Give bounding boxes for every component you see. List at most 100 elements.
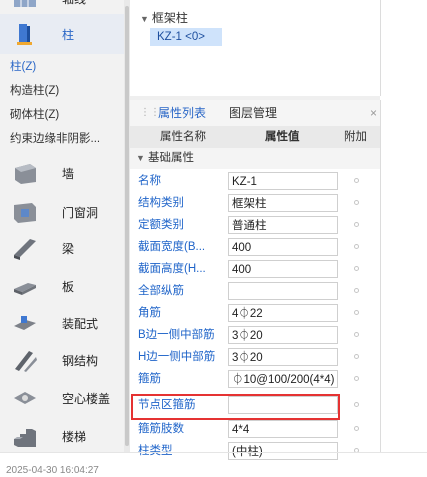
property-name: B边一侧中部筋: [138, 329, 215, 341]
nav-item-opening[interactable]: 门窗洞: [0, 192, 124, 232]
nav-sub-item[interactable]: 柱(Z): [0, 56, 124, 78]
scrollbar-thumb[interactable]: [125, 6, 129, 446]
nav-item-label: 门窗洞: [62, 205, 99, 220]
table-row: 结构类别 框架柱: [130, 192, 380, 214]
component-tree: ▼ 框架柱 KZ-1 <0>: [130, 0, 381, 96]
nav-item-label: 装配式: [62, 316, 99, 331]
tree-node-label: 框架柱: [151, 11, 188, 25]
table-row: 柱类型 (中柱): [130, 440, 380, 462]
header-property-name: 属性名称: [160, 131, 206, 143]
nav-item-label: 楼梯: [62, 429, 87, 444]
property-value-input[interactable]: [228, 282, 338, 300]
property-value-input[interactable]: 框架柱: [228, 194, 338, 212]
wall-icon: [12, 160, 38, 186]
table-row: 箍筋肢数 4*4: [130, 418, 380, 440]
nav-item-hollow-slab[interactable]: 空心楼盖: [0, 378, 124, 418]
collapse-caret-icon[interactable]: ▼: [136, 148, 145, 169]
table-row: 定额类别 普通柱: [130, 214, 380, 236]
column-icon: [12, 21, 38, 47]
property-group-basic[interactable]: ▼ 基础属性: [130, 148, 380, 169]
property-value-input[interactable]: 3⏀20: [228, 348, 338, 366]
stairs-icon: [12, 423, 38, 449]
slab-icon: [12, 273, 38, 299]
property-name: 定额类别: [138, 219, 184, 231]
tab-layer-management[interactable]: 图层管理: [229, 100, 277, 126]
table-row: 截面宽度(B... 400: [130, 236, 380, 258]
nav-item-stairs[interactable]: 楼梯: [0, 416, 124, 456]
property-name: 全部纵筋: [138, 285, 184, 297]
extra-checkbox[interactable]: [354, 266, 359, 271]
property-name: 名称: [138, 175, 161, 187]
nav-item-label: 钢结构: [62, 353, 99, 368]
extra-checkbox[interactable]: [354, 332, 359, 337]
nav-item-label: 轴线: [62, 0, 86, 7]
group-label: 基础属性: [148, 152, 194, 164]
nav-item-slab[interactable]: 板: [0, 266, 124, 306]
nav-item-wall[interactable]: 墙: [0, 153, 124, 193]
extra-checkbox[interactable]: [354, 178, 359, 183]
table-row: B边一侧中部筋 3⏀20: [130, 324, 380, 346]
extra-checkbox[interactable]: [354, 200, 359, 205]
nav-sub-item[interactable]: 约束边缘非阴影...: [0, 128, 124, 150]
extra-checkbox[interactable]: [354, 402, 359, 407]
property-value-input[interactable]: (中柱): [228, 442, 338, 460]
property-name: 节点区箍筋: [138, 399, 196, 411]
steel-structure-icon: [12, 347, 38, 373]
tree-node-kz1[interactable]: KZ-1 <0>: [150, 28, 222, 46]
table-row: 截面高度(H... 400: [130, 258, 380, 280]
nav-item-label: 空心楼盖: [62, 391, 111, 406]
prefab-icon: [12, 310, 38, 336]
property-value-input[interactable]: KZ-1: [228, 172, 338, 190]
extra-checkbox[interactable]: [354, 222, 359, 227]
component-nav: 轴线 柱 柱(Z) 构造柱(Z) 砌体柱(Z) 约束边缘非阴影... 墙 门窗洞…: [0, 0, 125, 452]
extra-checkbox[interactable]: [354, 310, 359, 315]
nav-item-label: 梁: [62, 241, 75, 256]
nav-item-steel[interactable]: 钢结构: [0, 340, 124, 380]
property-value-input[interactable]: 4⏀22: [228, 304, 338, 322]
table-row: H边一侧中部筋 3⏀20: [130, 346, 380, 368]
nav-item-prefab[interactable]: 装配式: [0, 303, 124, 343]
beam-icon: [12, 235, 38, 261]
property-value-input[interactable]: 普通柱: [228, 216, 338, 234]
property-value-input[interactable]: 3⏀20: [228, 326, 338, 344]
property-panel: ⋮⋮ 属性列表 图层管理 × 属性名称 属性值 附加 ▼ 基础属性 名称 KZ-…: [130, 100, 381, 460]
panel-tabs: ⋮⋮ 属性列表 图层管理 ×: [130, 100, 380, 127]
header-extra: 附加: [344, 131, 367, 143]
close-icon[interactable]: ×: [370, 100, 377, 126]
nav-item-beam[interactable]: 梁: [0, 228, 124, 268]
extra-checkbox[interactable]: [354, 288, 359, 293]
extra-checkbox[interactable]: [354, 376, 359, 381]
property-table-header: 属性名称 属性值 附加: [130, 126, 380, 149]
property-value-input[interactable]: 400: [228, 238, 338, 256]
property-name: 结构类别: [138, 197, 184, 209]
header-property-value: 属性值: [265, 131, 300, 143]
property-name: 截面宽度(B...: [138, 241, 206, 253]
table-row: 箍筋 ⏀10@100/200(4*4): [130, 368, 380, 390]
axis-grid-icon: [12, 0, 38, 11]
door-window-icon: [12, 199, 38, 225]
extra-checkbox[interactable]: [354, 426, 359, 431]
table-row: 角筋 4⏀22: [130, 302, 380, 324]
hollow-slab-icon: [12, 385, 38, 411]
property-value-input[interactable]: ⏀10@100/200(4*4): [228, 370, 338, 388]
nav-item-label: 墙: [62, 166, 75, 181]
nav-sub-item[interactable]: 砌体柱(Z): [0, 104, 124, 126]
extra-checkbox[interactable]: [354, 244, 359, 249]
collapse-caret-icon[interactable]: ▼: [140, 14, 149, 24]
divider: [0, 452, 427, 453]
nav-item-column[interactable]: 柱: [0, 14, 124, 54]
property-name: 截面高度(H...: [138, 263, 206, 275]
tree-node-frame-column[interactable]: ▼ 框架柱: [140, 9, 188, 26]
nav-item-label: 柱: [62, 27, 75, 42]
nav-item-label: 板: [62, 279, 75, 294]
nav-sub-item[interactable]: 构造柱(Z): [0, 80, 124, 102]
timestamp: 2025-04-30 16:04:27: [6, 465, 99, 476]
property-value-input[interactable]: [228, 396, 338, 414]
tab-property-list[interactable]: 属性列表: [158, 100, 206, 126]
property-name: 柱类型: [138, 445, 173, 457]
property-value-input[interactable]: 400: [228, 260, 338, 278]
property-value-input[interactable]: 4*4: [228, 420, 338, 438]
table-row: 节点区箍筋: [130, 394, 380, 416]
extra-checkbox[interactable]: [354, 354, 359, 359]
drag-grip-icon[interactable]: ⋮⋮: [140, 107, 160, 119]
